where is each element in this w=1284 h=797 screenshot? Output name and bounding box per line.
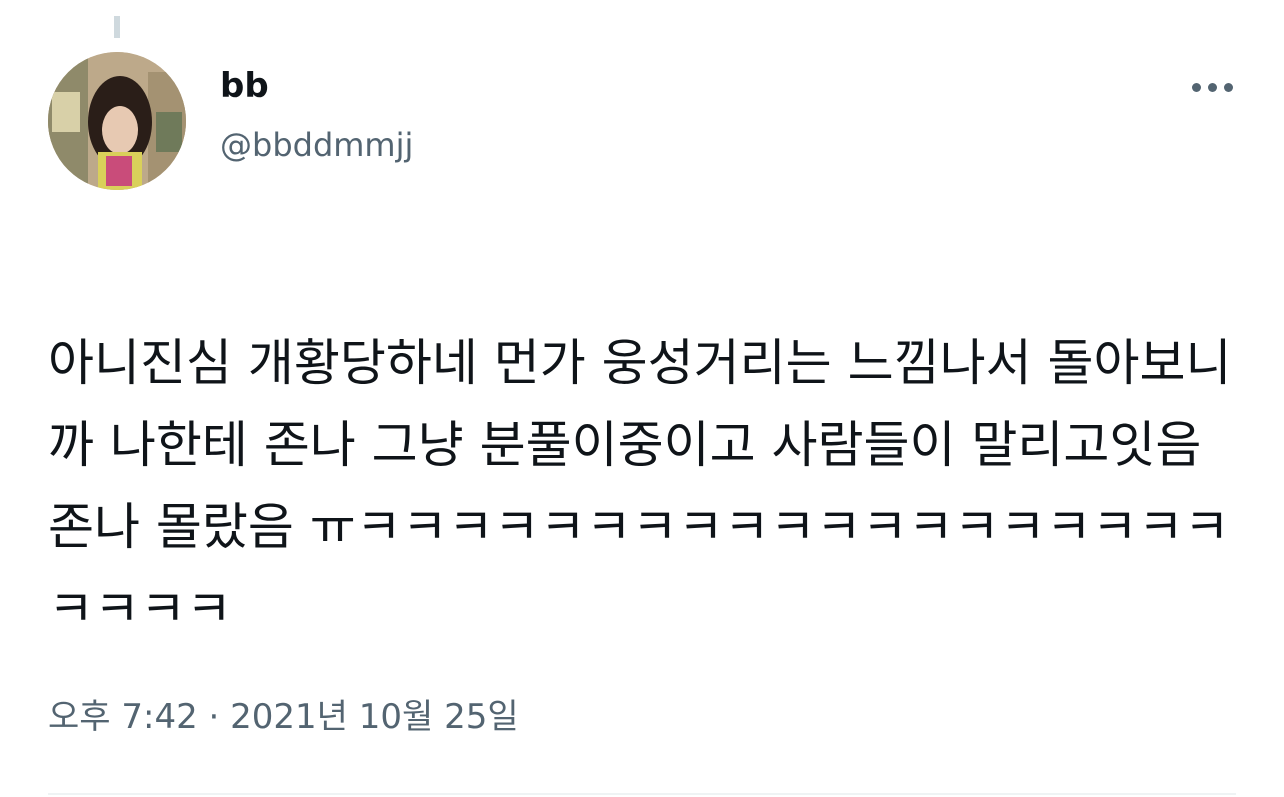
avatar[interactable]: [48, 52, 186, 190]
more-horizontal-icon: [1208, 83, 1217, 92]
display-name[interactable]: bb: [220, 64, 269, 108]
divider: [48, 793, 1236, 795]
avatar-image: [48, 52, 186, 190]
thread-connector-line: [114, 16, 120, 38]
more-options-button[interactable]: [1184, 66, 1240, 110]
more-horizontal-icon: [1192, 83, 1201, 92]
more-horizontal-icon: [1224, 83, 1233, 92]
user-handle[interactable]: @bbddmmjj: [220, 124, 413, 166]
tweet-text: 아니진심 개황당하네 먼가 웅성거리는 느낌나서 돌아보니까 나한테 존나 그냥…: [48, 334, 1232, 638]
tweet-timestamp[interactable]: 오후 7:42 · 2021년 10월 25일: [48, 694, 519, 740]
